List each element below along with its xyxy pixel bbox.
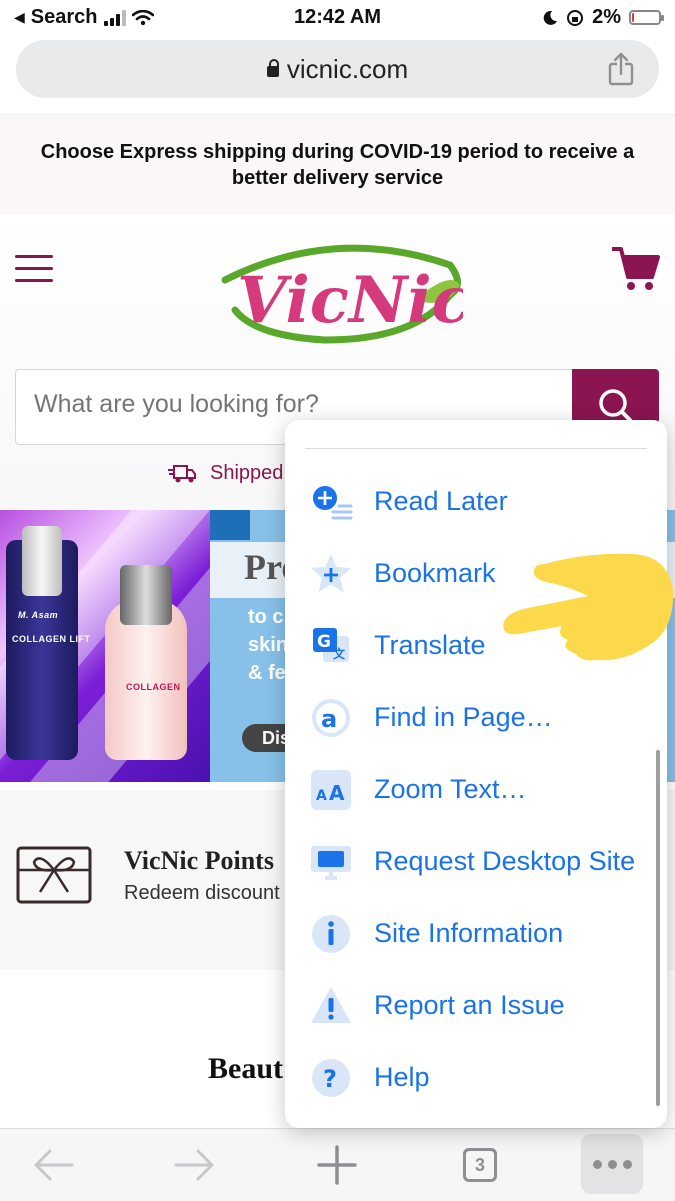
menu-item-read-later[interactable]: Read Later [285, 472, 667, 532]
hamburger-menu-icon[interactable] [15, 255, 53, 285]
svg-text:?: ? [323, 1065, 337, 1093]
more-menu-button[interactable] [581, 1134, 643, 1194]
points-title: VicNic Points [124, 846, 274, 875]
pointing-hand-icon [503, 553, 674, 661]
svg-text:A: A [329, 781, 345, 805]
search-input[interactable] [34, 390, 554, 419]
logo-text: VicNic [237, 263, 463, 338]
menu-item-help[interactable]: ? Help [285, 1048, 667, 1108]
menu-item-zoom-text[interactable]: A A Zoom Text… [285, 760, 667, 820]
svg-text:文: 文 [333, 646, 346, 661]
menu-item-find-in-page[interactable]: a Find in Page… [285, 688, 667, 748]
bottle1-brand: M. Asam [18, 610, 59, 620]
status-bar: ◀ Search 12:42 AM 2% [0, 0, 675, 34]
menu-divider [305, 448, 647, 449]
tab-count: 3 [463, 1148, 497, 1182]
menu-label: Report an Issue [374, 990, 565, 1020]
bookmark-star-icon [311, 554, 351, 592]
url-display: vicnic.com [16, 54, 659, 85]
find-in-page-icon: a [312, 699, 350, 737]
points-subtitle: Redeem discount w [124, 882, 300, 904]
url-text: vicnic.com [286, 54, 409, 84]
shipping-info: Shipped f [168, 462, 295, 485]
menu-label: Request Desktop Site [374, 846, 636, 876]
promo-line: & fe [248, 662, 286, 684]
zoom-text-icon: A A [311, 770, 351, 810]
menu-scrollbar[interactable] [656, 750, 660, 1106]
shipping-banner: Choose Express shipping during COVID-19 … [0, 114, 675, 215]
menu-label: Help [374, 1062, 430, 1092]
promo-line: to c [248, 606, 284, 628]
delivery-truck-icon [168, 464, 196, 482]
gift-card-icon [16, 846, 92, 904]
rotation-lock-icon [567, 9, 584, 26]
info-icon [312, 915, 350, 953]
battery-icon [629, 10, 664, 25]
browser-menu-popup: Read Later Bookmark G 文 Translate a Find… [285, 420, 667, 1128]
menu-label: Read Later [374, 486, 508, 516]
moon-icon [543, 10, 558, 25]
warning-icon [311, 987, 351, 1023]
menu-label: Translate [374, 630, 486, 660]
new-tab-button[interactable] [312, 1143, 362, 1187]
lock-icon [266, 59, 279, 77]
menu-item-report-an-issue[interactable]: Report an Issue [285, 976, 667, 1036]
section-title: Beaut [208, 1052, 283, 1085]
bottle2-label: COLLAGEN [126, 682, 181, 692]
menu-label: Find in Page… [374, 702, 553, 732]
plus-icon [317, 1145, 357, 1185]
menu-label: Site Information [374, 918, 564, 948]
shipping-notice: Choose Express shipping during COVID-19 … [40, 141, 635, 189]
forward-button[interactable] [170, 1143, 220, 1187]
svg-text:G: G [317, 632, 331, 652]
browser-toolbar: 3 [0, 1128, 675, 1201]
svg-text:A: A [316, 788, 327, 804]
bottle1-label: COLLAGEN LIFT [12, 634, 91, 644]
cart-icon[interactable] [610, 245, 660, 293]
status-right: 2% [542, 6, 664, 29]
forward-arrow-icon [174, 1149, 214, 1181]
address-bar[interactable]: vicnic.com [16, 40, 659, 98]
shipped-text: Shipped f [210, 462, 295, 484]
read-later-icon [313, 486, 353, 520]
back-arrow-icon [34, 1149, 74, 1181]
promo-line: skin [248, 634, 289, 656]
share-icon[interactable] [607, 52, 635, 86]
back-button[interactable] [28, 1143, 78, 1187]
menu-item-request-desktop-site[interactable]: Request Desktop Site [285, 832, 667, 892]
vicnic-logo[interactable]: VicNic [215, 240, 463, 344]
menu-item-site-information[interactable]: Site Information [285, 904, 667, 964]
promo-product-image: M. Asam COLLAGEN LIFT COLLAGEN [0, 510, 210, 782]
menu-label: Bookmark [374, 558, 496, 588]
tab-switcher-button[interactable]: 3 [455, 1143, 505, 1187]
translate-icon: G 文 [313, 628, 349, 662]
desktop-icon [311, 846, 351, 880]
battery-percent: 2% [592, 6, 621, 28]
svg-text:a: a [321, 705, 337, 733]
menu-label: Zoom Text… [374, 774, 527, 804]
help-icon: ? [312, 1059, 350, 1097]
